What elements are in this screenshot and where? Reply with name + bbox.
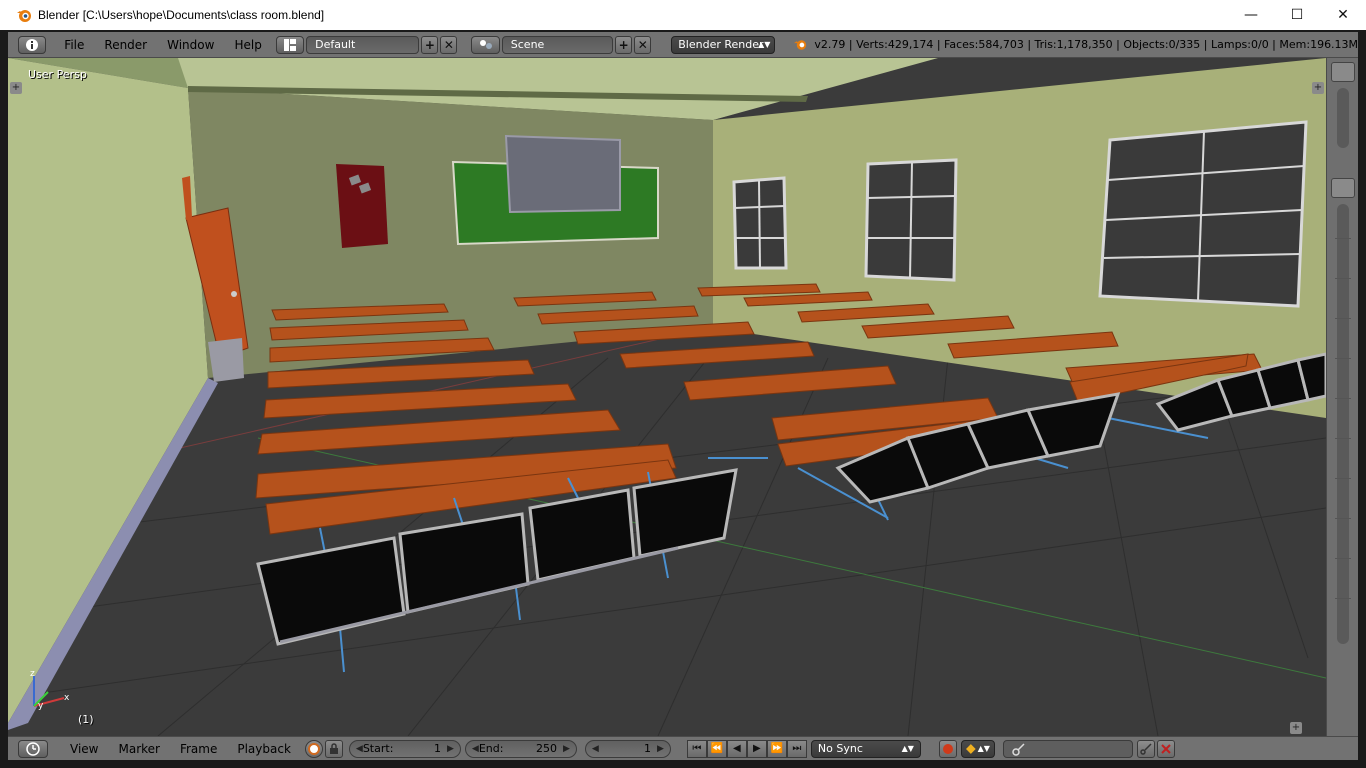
window-titlebar: Blender [C:\Users\hope\Documents\class r…	[0, 0, 1366, 30]
window-title: Blender [C:\Users\hope\Documents\class r…	[38, 8, 325, 22]
play-reverse-button[interactable]: ◀	[726, 739, 747, 758]
keyframe-icon	[965, 743, 976, 754]
outliner-scrollbar[interactable]	[1337, 88, 1349, 148]
record-icon	[942, 743, 953, 754]
svg-text:z: z	[30, 669, 35, 679]
lock-frame-range-button[interactable]	[324, 739, 343, 758]
info-icon	[26, 38, 39, 51]
sync-mode-label: No Sync	[817, 742, 863, 755]
add-scene-button[interactable]: +	[615, 35, 633, 54]
layout-name-field[interactable]: Default	[306, 35, 420, 54]
jump-to-end-button[interactable]: ⏭	[786, 739, 807, 758]
keying-set-select[interactable]: ▲▼	[960, 739, 995, 758]
add-layout-button[interactable]: +	[421, 35, 439, 54]
render-icon	[794, 39, 807, 50]
editor-type-info-button[interactable]	[18, 35, 47, 54]
svg-text:y: y	[38, 701, 44, 711]
3d-viewport[interactable]: z y x User Persp (1) + + +	[8, 58, 1326, 736]
chevron-updown-icon: ▲▼	[901, 744, 914, 753]
preview-range-icon	[307, 742, 320, 755]
scene-stats: v2.79 | Verts:429,174 | Faces:584,703 | …	[814, 38, 1359, 51]
properties-toggle-icon[interactable]: +	[1312, 82, 1324, 94]
maximize-button[interactable]: ☐	[1274, 0, 1320, 30]
start-frame-value: 1	[433, 742, 441, 755]
menu-file[interactable]: File	[54, 38, 94, 52]
menu-window[interactable]: Window	[157, 38, 224, 52]
properties-icon[interactable]	[1331, 178, 1355, 198]
start-frame-field[interactable]: ◀ Start: 1 ▶	[348, 739, 461, 758]
timeline-menu-view[interactable]: View	[60, 742, 108, 756]
jump-to-keyframe-forward-button[interactable]: ⏩	[766, 739, 787, 758]
lock-icon	[329, 742, 338, 754]
timeline-menu-marker[interactable]: Marker	[108, 742, 169, 756]
close-window-button[interactable]: ✕	[1320, 0, 1366, 30]
delete-key-icon	[1161, 743, 1171, 754]
info-header: File Render Window Help Default + ✕ Scen…	[8, 32, 1358, 58]
view-label: User Persp	[28, 68, 87, 81]
current-frame-field[interactable]: ◀ 1 ▶	[584, 739, 671, 758]
sync-mode-select[interactable]: No Sync ▲▼	[810, 739, 921, 758]
classroom-scene: z y x	[8, 58, 1326, 736]
chevron-updown-icon: ▲▼	[758, 40, 771, 49]
blender-logo-icon	[17, 10, 31, 22]
scene-name-field[interactable]: Scene	[501, 35, 614, 54]
timeline-header: View Marker Frame Playback ◀ Start: 1 ▶ …	[8, 736, 1358, 760]
auto-keying-button[interactable]	[938, 739, 957, 758]
end-frame-label: End:	[478, 742, 504, 755]
menu-render[interactable]: Render	[94, 38, 157, 52]
jump-to-keyframe-back-button[interactable]: ⏪	[706, 739, 727, 758]
end-frame-value: 250	[535, 742, 557, 755]
delete-keyframe-button[interactable]	[1156, 739, 1175, 758]
toolshelf-toggle-icon[interactable]: +	[10, 82, 22, 94]
screen-layout-button[interactable]	[275, 35, 305, 54]
outliner-icon[interactable]	[1331, 62, 1355, 82]
active-keying-set-field[interactable]	[1002, 739, 1133, 758]
use-preview-range-button[interactable]	[304, 739, 323, 758]
layout-grid-icon	[283, 38, 296, 51]
properties-scrollbar[interactable]	[1337, 204, 1349, 644]
delete-scene-button[interactable]: ✕	[634, 35, 652, 54]
end-frame-field[interactable]: ◀ End: 250 ▶	[464, 739, 577, 758]
current-frame-value: 1	[643, 742, 651, 755]
frame-indicator: (1)	[78, 713, 94, 726]
split-area-icon[interactable]: +	[1290, 722, 1302, 734]
editor-type-timeline-button[interactable]	[18, 739, 48, 758]
scene-select-button[interactable]	[471, 35, 500, 54]
menu-help[interactable]: Help	[224, 38, 271, 52]
scene-icon	[479, 39, 492, 49]
minimize-button[interactable]: —	[1228, 0, 1274, 30]
insert-keyframe-button[interactable]	[1136, 739, 1155, 758]
right-side-panel	[1326, 58, 1358, 736]
render-engine-label: Blender Render	[678, 38, 764, 51]
start-frame-label: Start:	[362, 742, 394, 755]
play-button[interactable]: ▶	[746, 739, 767, 758]
jump-to-start-button[interactable]: ⏮	[686, 739, 707, 758]
delete-layout-button[interactable]: ✕	[440, 35, 458, 54]
clock-icon	[26, 741, 40, 756]
svg-text:x: x	[64, 693, 70, 703]
keying-set-icon	[1012, 742, 1025, 756]
insert-key-icon	[1140, 742, 1152, 755]
timeline-menu-frame[interactable]: Frame	[170, 742, 227, 756]
render-engine-select[interactable]: Blender Render ▲▼	[671, 35, 776, 54]
timeline-menu-playback[interactable]: Playback	[227, 742, 301, 756]
